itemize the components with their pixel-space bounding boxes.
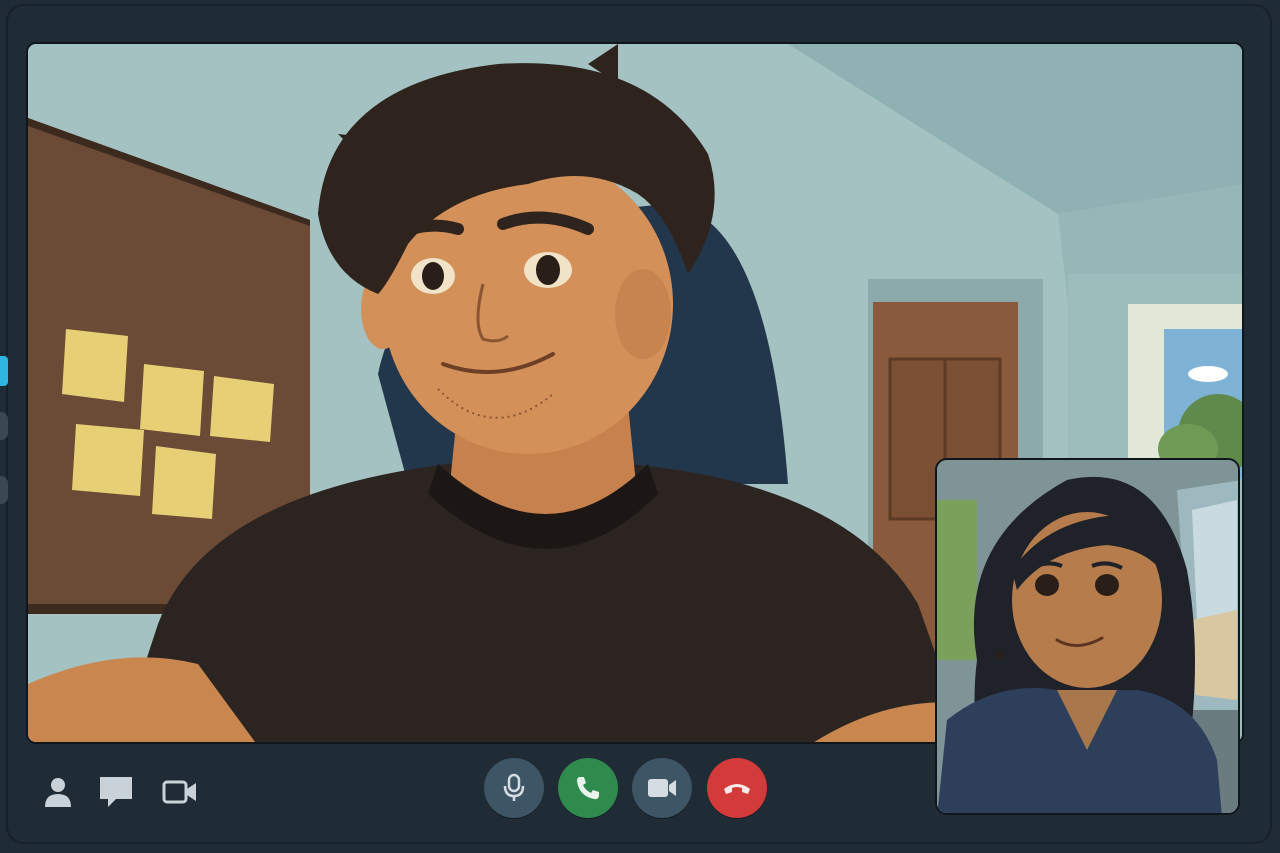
- video-camera-icon: [648, 779, 676, 797]
- rail-item[interactable]: [0, 412, 8, 440]
- video-call-window: [0, 0, 1280, 853]
- rail-item[interactable]: [0, 476, 8, 504]
- chat-bubble-icon: [100, 777, 132, 807]
- answer-call-button[interactable]: [558, 758, 618, 818]
- video-camera-icon: [162, 780, 196, 804]
- self-view-pip[interactable]: [935, 458, 1240, 815]
- video-toggle-button[interactable]: [632, 758, 692, 818]
- microphone-button[interactable]: [484, 758, 544, 818]
- person-icon: [45, 778, 71, 807]
- camera-settings-button[interactable]: [162, 774, 198, 810]
- hang-up-icon: [724, 784, 750, 794]
- call-control-bar: [26, 746, 931, 836]
- chat-button[interactable]: [98, 774, 134, 810]
- hang-up-button[interactable]: [707, 758, 767, 818]
- rail-active-indicator[interactable]: [0, 356, 8, 386]
- phone-icon: [577, 777, 599, 800]
- microphone-icon: [503, 773, 525, 801]
- side-rail: [0, 340, 14, 520]
- self-view-video: [937, 460, 1238, 813]
- participants-button[interactable]: [40, 774, 76, 810]
